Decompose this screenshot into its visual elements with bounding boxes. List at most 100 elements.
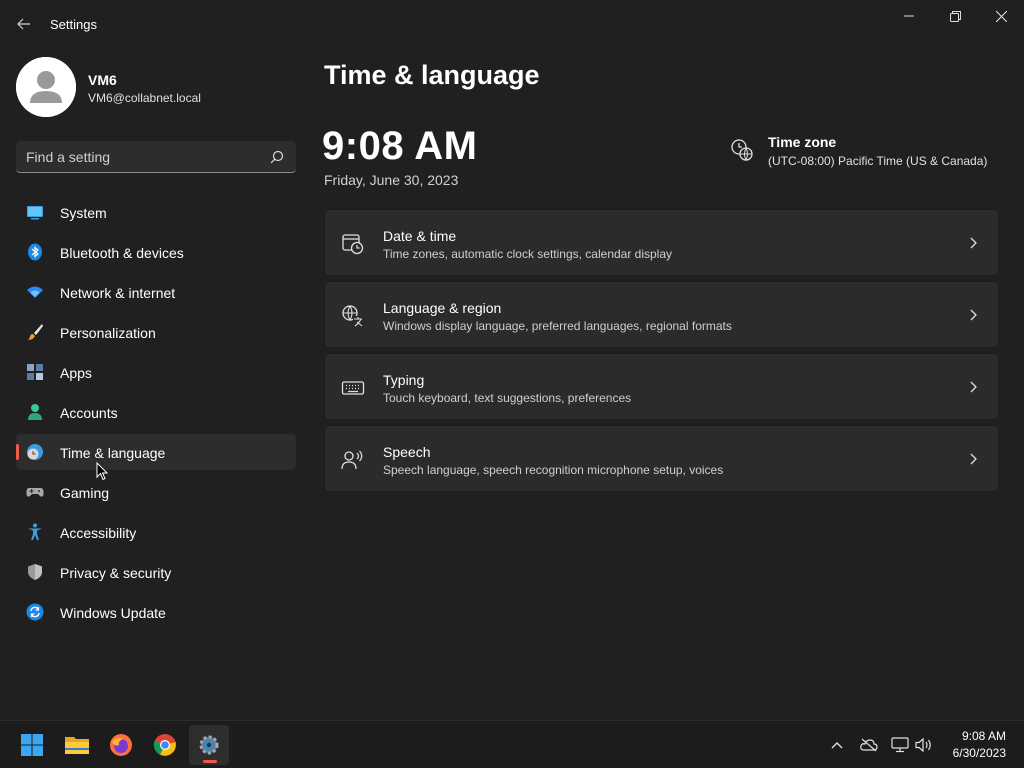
sidebar-item-network[interactable]: Network & internet (16, 274, 296, 310)
sidebar-item-time-language[interactable]: Time & language (16, 434, 296, 470)
restore-button[interactable] (932, 0, 978, 32)
chrome-button[interactable] (145, 725, 185, 765)
card-title: Language & region (383, 300, 502, 316)
card-language-region[interactable]: Language & region Windows display langua… (324, 281, 999, 348)
wifi-icon (27, 286, 43, 298)
close-icon (995, 10, 1007, 22)
volume-icon (915, 737, 931, 753)
time-language-icon (27, 444, 43, 460)
sidebar-item-label: Network & internet (60, 285, 176, 301)
user-silhouette-icon (16, 57, 76, 117)
keyboard-icon (341, 381, 365, 395)
active-app-indicator (203, 760, 217, 763)
timezone-globe-clock-icon (731, 139, 753, 162)
timezone-value: (UTC-08:00) Pacific Time (US & Canada) (768, 154, 988, 168)
sidebar-item-accessibility[interactable]: Accessibility (16, 514, 296, 550)
apps-icon (27, 364, 43, 380)
current-time: 9:08 AM (322, 124, 478, 168)
chevron-right-icon (970, 453, 977, 465)
sidebar-item-label: Privacy & security (60, 565, 172, 581)
sidebar-item-privacy[interactable]: Privacy & security (16, 554, 296, 590)
card-date-time[interactable]: Date & time Time zones, automatic clock … (324, 209, 999, 276)
sidebar-item-windows-update[interactable]: Windows Update (16, 594, 296, 630)
minimize-icon (904, 15, 914, 17)
card-title: Date & time (383, 228, 457, 244)
sidebar-item-label: Personalization (60, 325, 156, 341)
sidebar-item-system[interactable]: System (16, 194, 296, 230)
card-typing[interactable]: Typing Touch keyboard, text suggestions,… (324, 353, 999, 420)
minimize-button[interactable] (886, 0, 932, 32)
timezone-label: Time zone (768, 134, 837, 150)
firefox-button[interactable] (101, 725, 141, 765)
sidebar-item-label: Apps (60, 365, 92, 381)
taskbar: 9:08 AM 6/30/2023 (0, 720, 1024, 768)
chevron-up-icon (831, 742, 843, 749)
sidebar-item-apps[interactable]: Apps (16, 354, 296, 390)
accounts-icon (28, 404, 42, 420)
card-subtitle: Speech language, speech recognition micr… (383, 463, 724, 477)
avatar[interactable] (16, 57, 76, 117)
file-explorer-button[interactable] (57, 725, 97, 765)
card-title: Typing (383, 372, 425, 388)
restore-icon (949, 10, 961, 22)
settings-icon (199, 735, 219, 755)
taskbar-time[interactable]: 9:08 AM (950, 729, 1006, 743)
search-box[interactable] (16, 141, 296, 173)
sidebar-item-label: Accounts (60, 405, 118, 421)
start-icon (21, 734, 43, 756)
volume-tray-button[interactable] (914, 735, 934, 755)
selection-indicator (16, 444, 19, 460)
start-button[interactable] (12, 725, 52, 765)
network-tray-button[interactable] (890, 735, 910, 755)
taskbar-date[interactable]: 6/30/2023 (940, 746, 1006, 760)
accessibility-icon (28, 523, 42, 540)
sidebar-item-label: Windows Update (60, 605, 166, 621)
card-subtitle: Time zones, automatic clock settings, ca… (383, 247, 673, 261)
firefox-icon (110, 734, 132, 756)
language-icon (342, 305, 364, 327)
card-speech[interactable]: Speech Speech language, speech recogniti… (324, 425, 999, 492)
paintbrush-icon (28, 324, 43, 340)
back-button[interactable] (10, 10, 38, 38)
close-button[interactable] (978, 0, 1024, 32)
title-bar: Settings (0, 0, 1024, 48)
shield-icon (28, 564, 42, 580)
calendar-clock-icon (342, 234, 364, 255)
speech-icon (341, 450, 363, 470)
settings-taskbar-button[interactable] (189, 725, 229, 765)
sidebar-item-label: Time & language (60, 445, 166, 461)
sidebar-item-label: Accessibility (60, 525, 137, 541)
sidebar-item-personalization[interactable]: Personalization (16, 314, 296, 350)
chevron-right-icon (970, 237, 977, 249)
chevron-right-icon (970, 309, 977, 321)
mouse-cursor-icon (96, 462, 108, 481)
page-title: Time & language (324, 60, 540, 90)
card-subtitle: Windows display language, preferred lang… (383, 319, 732, 333)
sidebar-item-gaming[interactable]: Gaming (16, 474, 296, 510)
system-icon (27, 206, 43, 220)
bluetooth-icon (28, 243, 42, 261)
sidebar-item-label: Gaming (60, 485, 110, 501)
user-name: VM6 (88, 72, 117, 88)
card-subtitle: Touch keyboard, text suggestions, prefer… (383, 391, 632, 405)
file-explorer-icon (65, 737, 89, 754)
card-title: Speech (383, 444, 431, 460)
show-hidden-icons-button[interactable] (827, 735, 847, 755)
sidebar-item-accounts[interactable]: Accounts (16, 394, 296, 430)
sidebar-item-label: System (60, 205, 107, 221)
chevron-right-icon (970, 381, 977, 393)
sidebar-item-label: Bluetooth & devices (60, 245, 184, 261)
chrome-icon (153, 734, 176, 756)
search-icon (270, 150, 284, 164)
sidebar-nav: System Bluetooth & devices Network & int… (16, 194, 296, 634)
user-email: VM6@collabnet.local (88, 91, 201, 105)
current-date: Friday, June 30, 2023 (324, 172, 459, 188)
onedrive-tray-button[interactable] (859, 735, 879, 755)
app-title: Settings (50, 17, 97, 32)
sidebar-item-bluetooth[interactable]: Bluetooth & devices (16, 234, 296, 270)
search-input[interactable] (26, 141, 266, 172)
back-arrow-icon (17, 18, 30, 30)
cloud-offline-icon (860, 738, 878, 752)
gamepad-icon (26, 488, 44, 497)
network-icon (891, 737, 909, 753)
